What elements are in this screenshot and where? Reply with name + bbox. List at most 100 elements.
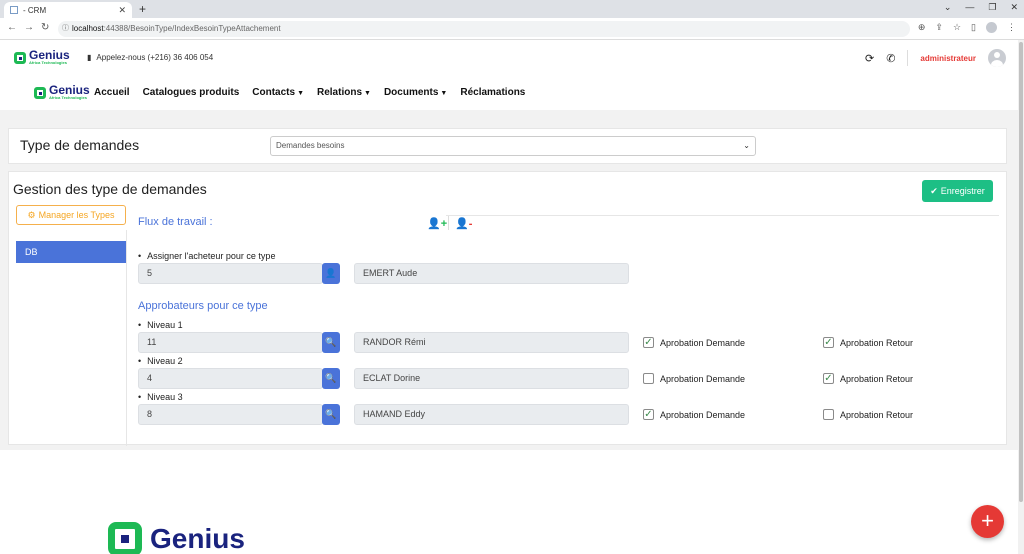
address-bar-row: ← → ↻ ⓘ localhost:44388/BesoinType/Index…: [0, 18, 1024, 40]
menu-icon[interactable]: ⋮: [1007, 22, 1016, 33]
page-icon: [10, 6, 18, 14]
level-name-field: ECLAT Dorine: [354, 368, 629, 389]
mobile-icon: ▮: [87, 53, 92, 62]
level-label: Niveau 3: [138, 392, 183, 402]
type-list-item[interactable]: DB: [16, 241, 126, 263]
sync-icon[interactable]: ⟳: [865, 52, 874, 65]
approval-retour-checkbox[interactable]: ✓: [823, 337, 834, 348]
check-icon: ✔: [930, 185, 938, 196]
add-user-icon[interactable]: 👤+: [427, 217, 447, 230]
menu-item-contacts[interactable]: Contacts ▼: [252, 87, 304, 98]
page-scrollbar[interactable]: [1018, 40, 1024, 554]
level-id-field[interactable]: 11: [138, 332, 323, 353]
level-label: Niveau 2: [138, 356, 183, 366]
save-button[interactable]: ✔ Enregistrer: [922, 180, 993, 202]
minimize-icon[interactable]: —: [965, 2, 974, 13]
url-path: :44388/BesoinType/IndexBesoinTypeAttache…: [103, 24, 281, 33]
search-icon: 🔍: [325, 337, 337, 347]
level-name-field: HAMAND Eddy: [354, 404, 629, 425]
footer-logo-text: Genius: [150, 523, 245, 554]
approval-retour-label: Aprobation Retour: [840, 374, 914, 384]
type-selector-title: Type de demandes: [20, 137, 140, 153]
zoom-icon[interactable]: ⊕: [918, 22, 926, 33]
gestion-card: Gestion des type de demandes ✔ Enregistr…: [8, 171, 1007, 446]
brand-logo[interactable]: Genius Africa Technologies: [14, 49, 70, 65]
nav-logo[interactable]: Genius Africa Technologies: [34, 84, 90, 100]
type-select-value: Demandes besoins: [276, 141, 345, 150]
chevron-down-icon[interactable]: ⌄: [944, 2, 952, 13]
level-id-field[interactable]: 4: [138, 368, 323, 389]
main-menu: Accueil Catalogues produits Contacts ▼ Re…: [94, 87, 525, 98]
menu-item-documents[interactable]: Documents ▼: [384, 87, 447, 98]
url-input[interactable]: ⓘ localhost:44388/BesoinType/IndexBesoin…: [58, 21, 910, 37]
gestion-title: Gestion des type de demandes: [13, 181, 207, 197]
logo-subtitle: Africa Technologies: [49, 95, 87, 100]
caret-down-icon: ▼: [440, 90, 448, 97]
approval-demande-label: Aprobation Demande: [660, 338, 746, 348]
type-selector-card: Type de demandes Demandes besoins ⌄: [8, 128, 1007, 164]
manage-types-button[interactable]: ⚙ Manager les Types: [16, 205, 126, 225]
user-name[interactable]: administrateur: [920, 54, 976, 63]
approval-demande-checkbox[interactable]: [643, 373, 654, 384]
close-tab-icon[interactable]: ✕: [118, 5, 126, 16]
phone-icon[interactable]: ✆: [886, 52, 895, 65]
level-name-field: RANDOR Rémi: [354, 332, 629, 353]
logo-mark-icon: [108, 522, 142, 554]
approval-retour-checkbox[interactable]: ✓: [823, 373, 834, 384]
menu-item-reclamations[interactable]: Réclamations: [460, 87, 525, 98]
user-icon: 👤: [325, 268, 337, 278]
workflow-title: Flux de travail :: [138, 216, 213, 228]
level-id-field[interactable]: 8: [138, 404, 323, 425]
restore-icon[interactable]: ❐: [988, 2, 996, 13]
approval-demande-checkbox[interactable]: ✓: [643, 409, 654, 420]
caret-down-icon: ▼: [297, 90, 304, 97]
new-tab-button[interactable]: +: [139, 2, 146, 16]
approval-demande-checkbox[interactable]: ✓: [643, 337, 654, 348]
search-icon: 🔍: [325, 409, 337, 419]
app-header: Genius Africa Technologies ▮ Appelez-nous…: [0, 40, 1024, 110]
type-select[interactable]: Demandes besoins ⌄: [270, 136, 756, 156]
back-icon[interactable]: ←: [7, 22, 17, 33]
scrollbar-thumb[interactable]: [1019, 42, 1023, 502]
share-icon[interactable]: ⇪: [935, 22, 943, 33]
search-button[interactable]: 🔍: [322, 368, 340, 389]
info-icon[interactable]: ⓘ: [62, 21, 69, 37]
browser-actions: ⊕ ⇪ ☆ ▯ ⋮: [918, 22, 1016, 33]
menu-item-catalogues[interactable]: Catalogues produits: [143, 87, 240, 98]
browser-tabbar: - CRM ✕ + ⌄ — ❐ ✕: [0, 0, 1024, 18]
buyer-id-field[interactable]: 5: [138, 263, 323, 284]
header-actions: ⟳ ✆ administrateur: [865, 49, 1006, 67]
buyer-label: Assigner l'acheteur pour ce type: [138, 251, 275, 261]
star-icon[interactable]: ☆: [953, 22, 961, 33]
phone-text: Appelez-nous (+216) 36 406 054: [96, 53, 214, 62]
search-button[interactable]: 🔍: [322, 332, 340, 353]
close-window-icon[interactable]: ✕: [1010, 2, 1018, 13]
manage-types-label: Manager les Types: [38, 210, 115, 220]
browser-tab[interactable]: - CRM ✕: [4, 2, 132, 18]
divider: [907, 50, 909, 66]
menu-item-relations[interactable]: Relations ▼: [317, 87, 371, 98]
profile-icon[interactable]: [986, 22, 997, 33]
phone-info: ▮ Appelez-nous (+216) 36 406 054: [87, 53, 213, 62]
logo-mark-icon: [14, 51, 26, 64]
logo-subtitle: Africa Technologies: [29, 60, 67, 65]
add-fab-button[interactable]: +: [971, 505, 1004, 538]
approval-retour-label: Aprobation Retour: [840, 410, 914, 420]
remove-user-icon[interactable]: 👤-: [455, 217, 472, 230]
window-controls: ⌄ — ❐ ✕: [944, 2, 1018, 13]
gear-icon: ⚙: [27, 209, 36, 220]
search-button[interactable]: 🔍: [322, 404, 340, 425]
avatar[interactable]: [988, 49, 1006, 67]
divider: [446, 215, 999, 216]
sidepanel-icon[interactable]: ▯: [971, 22, 976, 33]
menu-item-accueil[interactable]: Accueil: [94, 87, 130, 98]
tab-title: - CRM: [23, 5, 47, 15]
assign-user-button[interactable]: 👤: [322, 263, 340, 284]
chevron-down-icon: ⌄: [743, 141, 750, 150]
approval-retour-checkbox[interactable]: [823, 409, 834, 420]
approval-retour-label: Aprobation Retour: [840, 338, 914, 348]
forward-icon[interactable]: →: [24, 22, 34, 33]
reload-icon[interactable]: ↻: [41, 22, 49, 33]
url-host: localhost: [72, 24, 104, 33]
footer-logo: Genius: [108, 522, 245, 554]
